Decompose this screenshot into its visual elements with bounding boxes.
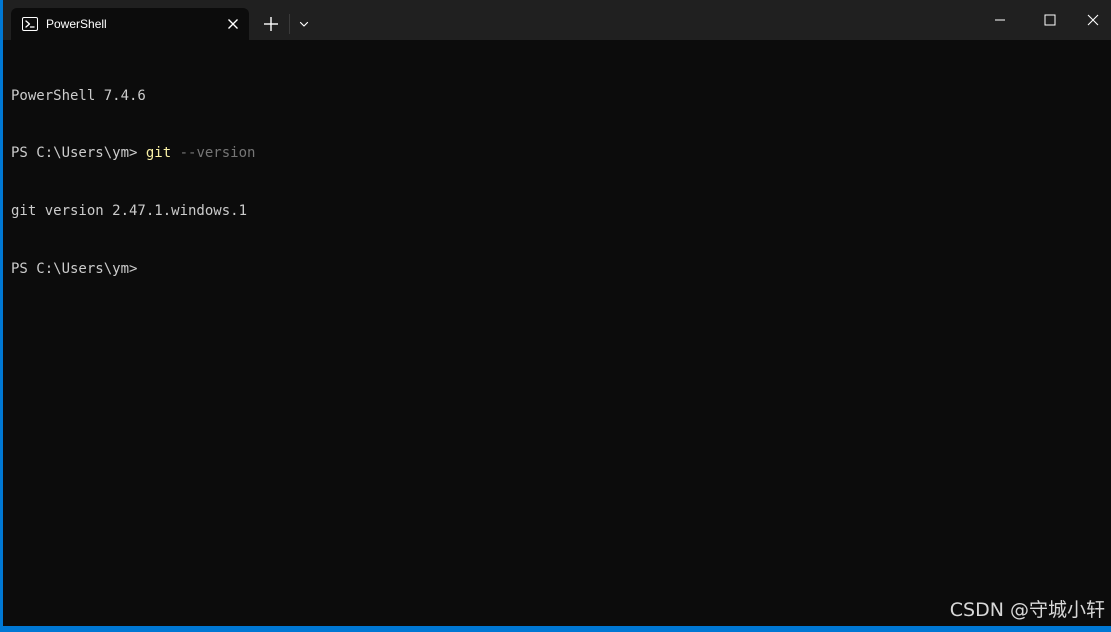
title-bar[interactable]: PowerShell: [3, 0, 1111, 40]
tab-powershell[interactable]: PowerShell: [11, 8, 249, 40]
close-icon[interactable]: [1071, 0, 1111, 40]
prompt: PS C:\Users\ym>: [11, 261, 138, 278]
plus-icon[interactable]: [259, 12, 283, 36]
terminal-line[interactable]: PS C:\Users\ym>: [11, 260, 1103, 279]
prompt: PS C:\Users\ym>: [11, 145, 146, 162]
powershell-icon: [22, 17, 38, 31]
chevron-down-icon[interactable]: [295, 15, 313, 33]
command-argument: --version: [171, 145, 256, 162]
minimize-icon[interactable]: [977, 0, 1023, 40]
terminal-line: PS C:\Users\ym> git --version: [11, 144, 1103, 163]
terminal-window: PowerShell PowerShell 7.4.6 PS C:\Users\: [0, 0, 1111, 632]
titlebar-divider: [289, 14, 290, 34]
maximize-icon[interactable]: [1025, 0, 1071, 40]
tab-title: PowerShell: [46, 17, 107, 31]
command: git: [145, 145, 172, 162]
terminal-output[interactable]: PowerShell 7.4.6 PS C:\Users\ym> git --v…: [11, 48, 1103, 618]
terminal-banner: PowerShell 7.4.6: [11, 87, 146, 104]
watermark: CSDN @守城小轩: [949, 599, 1105, 621]
tab-close-icon[interactable]: [225, 16, 241, 32]
terminal-line: git version 2.47.1.windows.1: [11, 203, 248, 220]
